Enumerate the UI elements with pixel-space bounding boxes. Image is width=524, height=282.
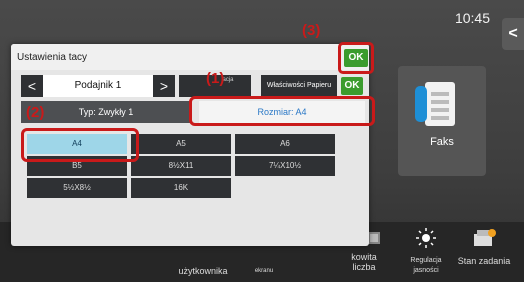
- bottom-item-label: użytkownika: [178, 266, 228, 276]
- bottom-item-brightness[interactable]: Regulacja jasności: [400, 222, 452, 282]
- ok-small-button[interactable]: OK: [341, 77, 363, 95]
- bottom-item-label: Regulacja jasności: [410, 257, 442, 274]
- bottom-item-label: ekranu: [254, 268, 274, 274]
- fax-icon: [415, 82, 455, 126]
- clock: 10:45: [454, 10, 490, 26]
- counter-icon: [368, 232, 380, 244]
- fax-tile[interactable]: Faks: [398, 66, 486, 176]
- callout-1: (1): [206, 70, 225, 87]
- tray-name: Podajnik 1: [43, 75, 153, 97]
- tab-paper-type[interactable]: Typ: Zwykły 1: [21, 101, 191, 123]
- callout-3: (3): [302, 22, 321, 39]
- size-option-16k[interactable]: 16K: [131, 178, 231, 198]
- size-option-a6[interactable]: A6: [235, 134, 335, 154]
- size-option-statement[interactable]: 5½X8½: [27, 178, 127, 198]
- brightness-icon: [416, 228, 436, 248]
- dialog-title-bar: Ustawienia tacy: [11, 44, 369, 70]
- tray-nav-row: < Podajnik 1 > acja Właściwości Papieru …: [21, 75, 365, 97]
- home-collapse-tab[interactable]: <: [502, 18, 524, 50]
- callout-2: (2): [26, 104, 45, 121]
- job-status-icon: [474, 229, 496, 246]
- dialog-title: Ustawienia tacy: [17, 52, 88, 63]
- bottom-item-job-status[interactable]: Stan zadania: [452, 222, 516, 282]
- bottom-item-label: kowita liczba: [351, 252, 377, 272]
- size-tab-highlight-box: [189, 96, 375, 126]
- tray-prev-button[interactable]: <: [21, 75, 43, 97]
- ok-highlight-box: [338, 42, 374, 74]
- size-option-executive[interactable]: 7¼X10½: [235, 156, 335, 176]
- size-option-letter[interactable]: 8½X11: [131, 156, 231, 176]
- a4-highlight-box: [21, 128, 139, 162]
- fax-label: Faks: [430, 136, 454, 148]
- tray-settings-dialog: Ustawienia tacy OK < Podajnik 1 > acja W…: [11, 42, 375, 246]
- size-option-a5[interactable]: A5: [131, 134, 231, 154]
- paper-properties-button[interactable]: Właściwości Papieru: [261, 75, 337, 97]
- bottom-item-label: Stan zadania: [457, 256, 511, 266]
- tray-next-button[interactable]: >: [153, 75, 175, 97]
